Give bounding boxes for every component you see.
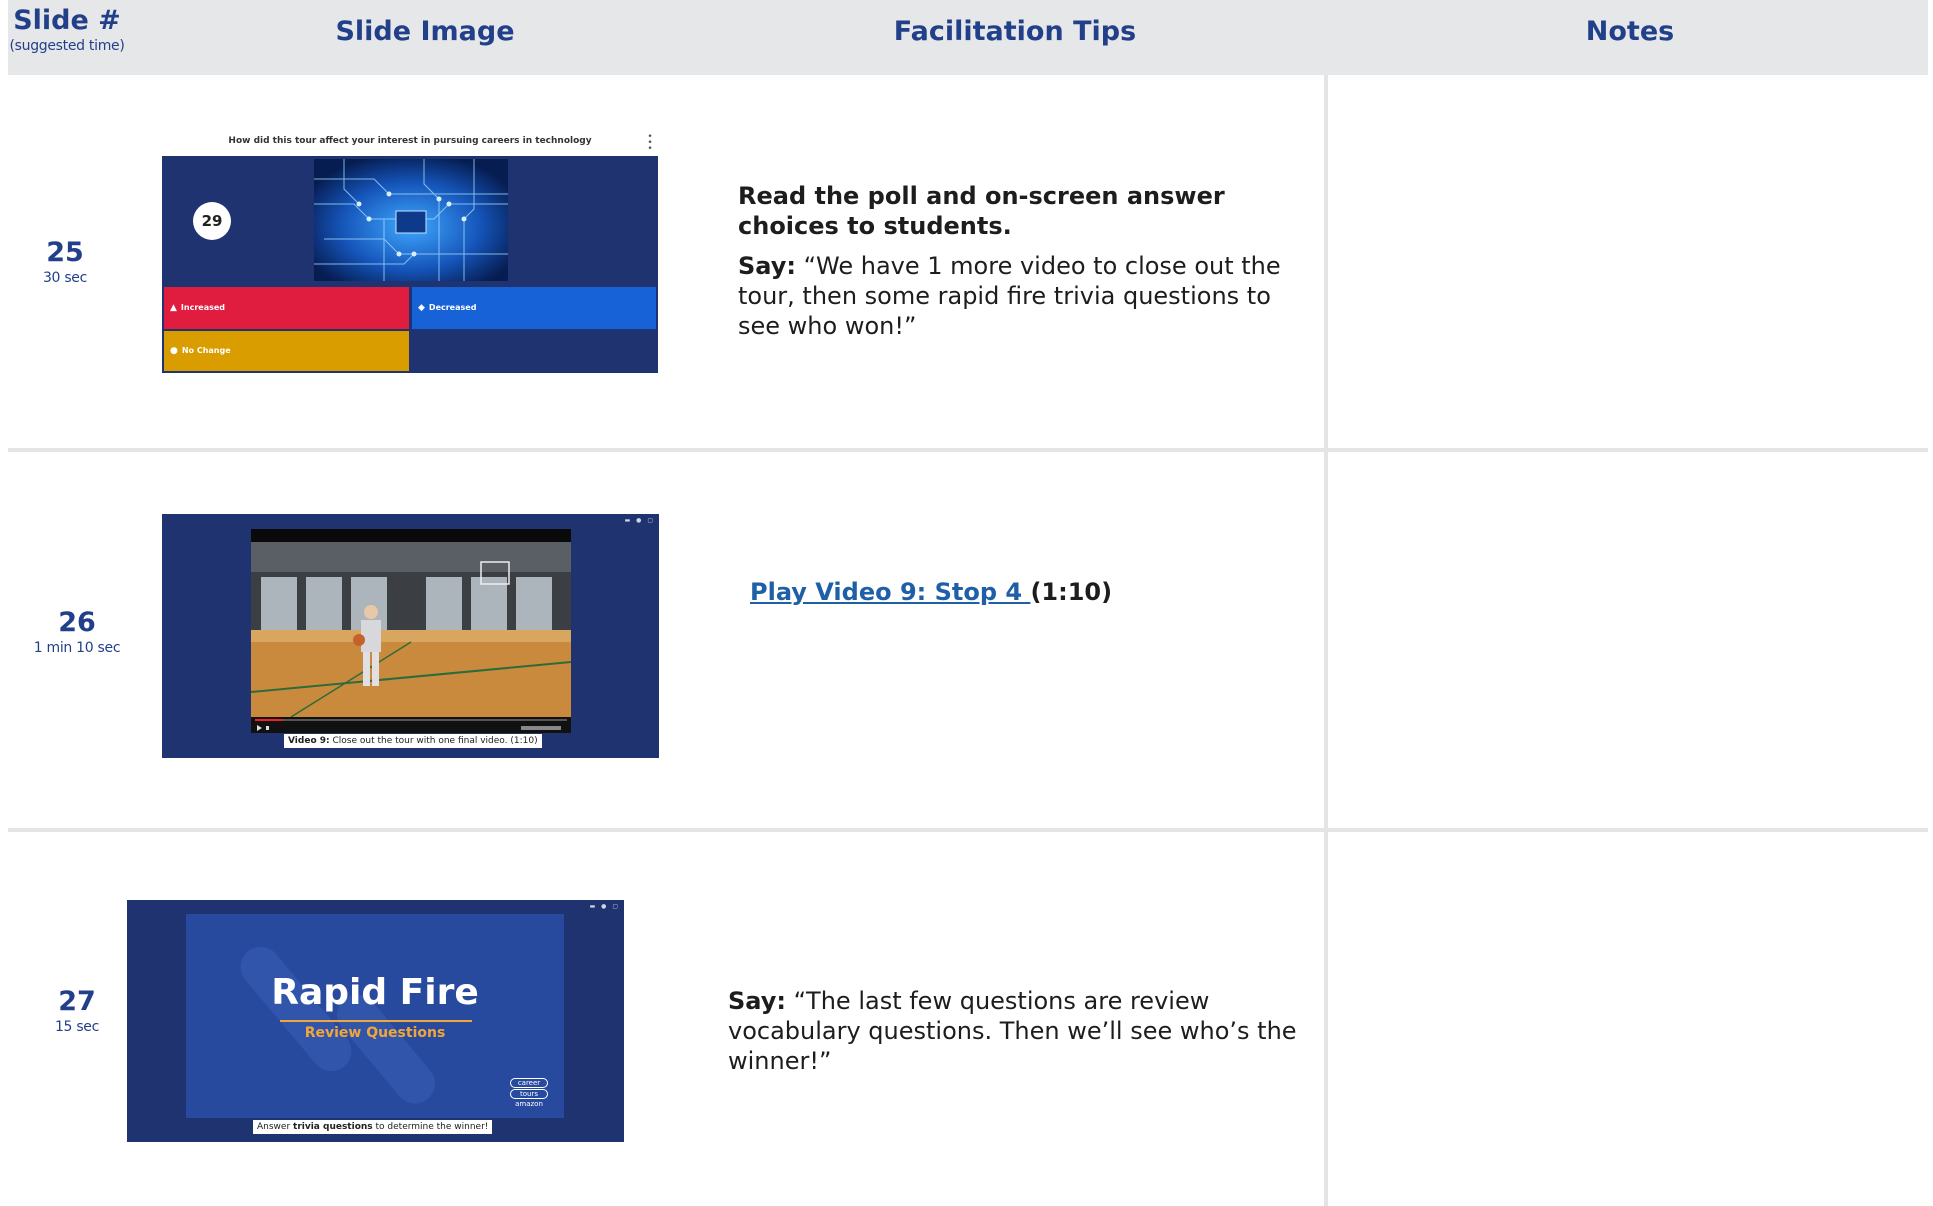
video-player [251, 529, 571, 733]
header-slide-image: Slide Image [335, 16, 515, 47]
tip-instruction: Read the poll and on-screen answer choic… [738, 182, 1225, 240]
slide-number-27: 27 15 sec [26, 986, 128, 1036]
countdown-timer: 29 [193, 202, 231, 240]
row-divider [8, 828, 1928, 832]
triangle-icon: ▲ [170, 303, 177, 313]
answer-increased: ▲ Increased [164, 287, 409, 329]
slide-number: 26 [58, 607, 96, 638]
slide-thumbnail-poll: How did this tour affect your interest i… [160, 132, 660, 374]
slide-caption: Video 9: Close out the tour with one fin… [284, 734, 542, 748]
facilitation-tips-26: Play Video 9: Stop 4 (1:10) [750, 577, 1310, 607]
facilitation-tips-27: Say: “The last few questions are review … [728, 986, 1308, 1086]
header-facilitation-tips: Facilitation Tips [893, 16, 1137, 47]
say-label: Say: [728, 987, 786, 1015]
row-divider [8, 448, 1928, 452]
slide-number: 25 [46, 237, 84, 268]
circuit-board-image [314, 159, 508, 281]
column-divider [1324, 75, 1328, 1206]
video-controls [251, 717, 571, 733]
slide-thumbnail-rapid-fire: ▬ ● ▢ Rapid Fire Review Questions career… [127, 900, 624, 1142]
diamond-icon: ◆ [418, 303, 425, 313]
slide-controls-icon: ▬ ● ▢ [624, 517, 655, 524]
title-underline [280, 1020, 472, 1022]
rapid-fire-slide: Rapid Fire Review Questions career tours… [186, 914, 564, 1118]
slide-thumbnail-video: ▬ ● ▢ Video 9: Close out the tour with o… [162, 514, 659, 758]
caption-bold: trivia questions [293, 1122, 373, 1132]
slide-controls-icon: ▬ ● ▢ [589, 903, 620, 910]
answer-no-change: ● No Change [164, 331, 409, 371]
caption-text: to determine the winner! [372, 1122, 489, 1132]
play-video-link[interactable]: Play Video 9: Stop 4 [750, 578, 1030, 606]
poll-panel: 29 ▲ Increased ◆ Decreased ● No Change [162, 156, 658, 373]
facilitation-tips-25: Read the poll and on-screen answer choic… [738, 181, 1298, 351]
say-label: Say: [738, 252, 796, 280]
video-duration: (1:10) [1030, 578, 1113, 606]
answer-label: Increased [180, 303, 226, 312]
rapid-fire-subtitle: Review Questions [304, 1025, 446, 1041]
logo-line: career [510, 1078, 548, 1088]
header-notes: Notes [1585, 16, 1675, 47]
say-script: “We have 1 more video to close out the t… [738, 252, 1281, 340]
poll-question: How did this tour affect your interest i… [228, 136, 592, 146]
header-slide-label: Slide # [13, 5, 121, 36]
logo-line: amazon [515, 1100, 543, 1108]
decorative-shapes [240, 946, 435, 1104]
slide-number-26: 26 1 min 10 sec [26, 607, 128, 657]
rapid-fire-title: Rapid Fire [271, 972, 479, 1013]
suggested-time: 1 min 10 sec [33, 640, 121, 656]
say-script: “The last few questions are review vocab… [728, 987, 1297, 1075]
caption-label: Video 9: [288, 736, 330, 746]
slide-number-25: 25 30 sec [8, 237, 122, 287]
answer-decreased: ◆ Decreased [412, 287, 656, 329]
slide-number: 27 [58, 986, 96, 1017]
header-slide-sublabel: (suggested time) [9, 38, 125, 54]
career-tours-logo: career tours amazon [510, 1078, 548, 1108]
gym-video-frame [251, 542, 571, 717]
caption-text: Answer [257, 1122, 294, 1132]
slide-caption: Answer trivia questions to determine the… [253, 1120, 493, 1134]
more-options-icon: • • • [647, 132, 653, 154]
suggested-time: 30 sec [42, 270, 88, 286]
header-slide-number: Slide # (suggested time) [8, 4, 126, 54]
circle-icon: ● [170, 346, 178, 356]
answer-label: No Change [181, 346, 231, 355]
caption-text: Close out the tour with one final video.… [329, 736, 538, 746]
suggested-time: 15 sec [54, 1019, 100, 1035]
logo-line: tours [510, 1089, 548, 1099]
answer-label: Decreased [428, 303, 477, 312]
